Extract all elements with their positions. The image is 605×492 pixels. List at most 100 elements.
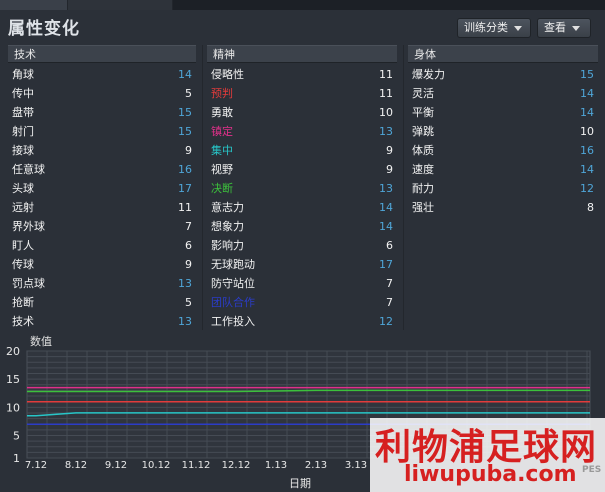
attribute-name: 工作投入: [211, 315, 255, 328]
attribute-value: 7: [185, 220, 192, 233]
attribute-row: 无球跑动 17: [207, 255, 397, 274]
attribute-value: 13: [178, 277, 192, 290]
x-tick-label: 3.13: [345, 460, 367, 471]
attribute-value: 11: [379, 68, 393, 81]
training-category-button[interactable]: 训练分类: [457, 18, 531, 38]
attribute-value: 14: [178, 68, 192, 81]
attribute-row: 灵活 14: [408, 84, 598, 103]
attribute-value: 11: [178, 201, 192, 214]
attribute-name: 技术: [12, 315, 34, 328]
attribute-name: 速度: [412, 163, 434, 176]
attribute-value: 14: [580, 163, 594, 176]
attribute-name: 罚点球: [12, 277, 45, 290]
physical-header: 身体: [408, 45, 598, 63]
attribute-name: 平衡: [412, 106, 434, 119]
attribute-name: 团队合作: [211, 296, 255, 309]
attribute-value: 12: [379, 315, 393, 328]
attribute-row: 决断 13: [207, 179, 397, 198]
attribute-row: 技术 13: [8, 312, 196, 331]
attribute-row: 集中 9: [207, 141, 397, 160]
physical-attributes: 爆发力 15 灵活 14 平衡 14 弹跳 10 体质 16 速度 14 耐力 12 强壮 8: [408, 65, 598, 217]
attribute-row: 角球 14: [8, 65, 196, 84]
attribute-row: 耐力 12: [408, 179, 598, 198]
y-tick-label: 15: [6, 373, 20, 386]
attribute-row: 传球 9: [8, 255, 196, 274]
chart-ylabel: 数值: [30, 335, 52, 348]
top-tab-1[interactable]: [0, 0, 68, 10]
attribute-row: 头球 17: [8, 179, 196, 198]
attribute-name: 抢断: [12, 296, 34, 309]
attribute-name: 弹跳: [412, 125, 434, 138]
view-button[interactable]: 查看: [537, 18, 591, 38]
attribute-row: 体质 16: [408, 141, 598, 160]
top-tab-2[interactable]: [68, 0, 173, 10]
technical-header: 技术: [8, 45, 196, 63]
attribute-name: 视野: [211, 163, 233, 176]
training-category-label: 训练分类: [464, 21, 508, 34]
attribute-row: 影响力 6: [207, 236, 397, 255]
attribute-name: 预判: [211, 87, 233, 100]
x-tick-label: 12.12: [222, 460, 251, 471]
attribute-value: 13: [379, 182, 393, 195]
attribute-name: 盘带: [12, 106, 34, 119]
attribute-value: 13: [379, 125, 393, 138]
x-tick-label: 8.12: [65, 460, 87, 471]
chevron-down-icon: [572, 25, 580, 31]
attribute-name: 防守站位: [211, 277, 255, 290]
attribute-name: 角球: [12, 68, 34, 81]
attribute-value: 10: [580, 125, 594, 138]
attribute-value: 9: [386, 163, 393, 176]
attribute-name: 强壮: [412, 201, 434, 214]
attribute-row: 远射 11: [8, 198, 196, 217]
attribute-value: 14: [379, 201, 393, 214]
attribute-value: 17: [178, 182, 192, 195]
attribute-name: 灵活: [412, 87, 434, 100]
attribute-value: 14: [379, 220, 393, 233]
pes-logo: PES: [582, 465, 602, 475]
x-tick-label: 7.12: [25, 460, 47, 471]
attribute-name: 射门: [12, 125, 34, 138]
x-tick-label: 1.13: [265, 460, 287, 471]
attribute-value: 14: [580, 106, 594, 119]
column-divider: [403, 45, 404, 330]
attribute-value: 8: [587, 201, 594, 214]
attribute-name: 接球: [12, 144, 34, 157]
attribute-name: 意志力: [211, 201, 244, 214]
mental-attributes: 侵略性 11 预判 11 勇敢 10 镇定 13 集中 9 视野 9 决断 13 意志力 14 想象力 14 影响力…: [207, 65, 397, 331]
attribute-row: 平衡 14: [408, 103, 598, 122]
attribute-row: 盘带 15: [8, 103, 196, 122]
attribute-row: 团队合作 7: [207, 293, 397, 312]
attribute-row: 勇敢 10: [207, 103, 397, 122]
attribute-value: 12: [580, 182, 594, 195]
x-tick-label: 9.12: [105, 460, 127, 471]
attribute-row: 抢断 5: [8, 293, 196, 312]
y-tick-label: 20: [6, 345, 20, 358]
attribute-row: 预判 11: [207, 84, 397, 103]
attribute-row: 界外球 7: [8, 217, 196, 236]
attribute-row: 强壮 8: [408, 198, 598, 217]
x-tick-label: 2.13: [305, 460, 327, 471]
attribute-row: 爆发力 15: [408, 65, 598, 84]
attribute-name: 头球: [12, 182, 34, 195]
attribute-value: 17: [379, 258, 393, 271]
attribute-row: 罚点球 13: [8, 274, 196, 293]
attribute-value: 7: [386, 296, 393, 309]
attribute-row: 镇定 13: [207, 122, 397, 141]
attribute-row: 传中 5: [8, 84, 196, 103]
page-title: 属性变化: [8, 19, 80, 39]
attribute-value: 15: [178, 106, 192, 119]
mental-header: 精神: [207, 45, 397, 63]
attribute-name: 侵略性: [211, 68, 244, 81]
attribute-value: 7: [386, 277, 393, 290]
attribute-row: 速度 14: [408, 160, 598, 179]
attribute-value: 9: [185, 144, 192, 157]
attribute-name: 传球: [12, 258, 34, 271]
attribute-row: 意志力 14: [207, 198, 397, 217]
attribute-value: 14: [580, 87, 594, 100]
chart-xlabel: 日期: [289, 477, 311, 490]
chevron-down-icon: [514, 25, 522, 31]
y-tick-label: 5: [13, 429, 20, 442]
attribute-row: 视野 9: [207, 160, 397, 179]
attribute-row: 防守站位 7: [207, 274, 397, 293]
attribute-name: 镇定: [211, 125, 233, 138]
